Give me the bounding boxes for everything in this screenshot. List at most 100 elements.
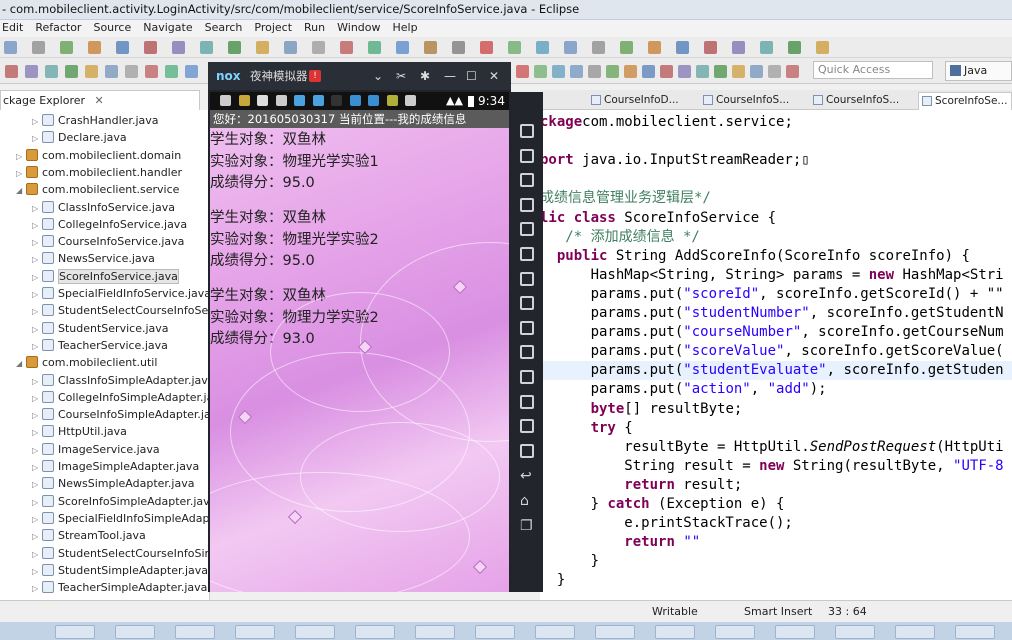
toolbar-button-icon[interactable] (480, 41, 493, 54)
tree-item[interactable]: ▷ TeacherSimpleAdapter.java (32, 579, 207, 596)
chevron-down-icon[interactable]: ⌄ (373, 62, 383, 90)
code-editor[interactable]: ckagecom.mobileclient.service; port java.… (540, 110, 1012, 600)
toolbar-button-icon[interactable] (172, 41, 185, 54)
toolbar-button-icon[interactable] (508, 41, 521, 54)
toolbar-button-icon[interactable] (4, 41, 17, 54)
editor-tab[interactable]: ScoreInfoSe... (918, 92, 1012, 110)
editor-tab[interactable]: CourseInfoS... (700, 92, 804, 110)
menu-item-refactor[interactable]: Refactor (35, 20, 81, 36)
toolbar-button-icon[interactable] (788, 41, 801, 54)
taskbar-app-button[interactable] (535, 625, 575, 639)
toolbar-button-icon[interactable] (65, 65, 78, 78)
tree-twisty-icon[interactable]: ▷ (32, 200, 42, 217)
toolbar-button-icon[interactable] (60, 41, 73, 54)
tree-item[interactable]: ▷ ClassInfoSimpleAdapter.java (32, 372, 209, 389)
toolbar-button-icon[interactable] (5, 65, 18, 78)
tree-item[interactable]: ▷ NewsService.java (32, 250, 155, 267)
toolbar-button-icon[interactable] (676, 41, 689, 54)
taskbar-app-button[interactable] (595, 625, 635, 639)
recent-apps-icon[interactable]: ❐ (520, 518, 534, 534)
taskbar-app-button[interactable] (235, 625, 275, 639)
package-explorer-tab[interactable]: ckage Explorer ✕ (0, 90, 200, 110)
tree-twisty-icon[interactable]: ▷ (32, 338, 42, 355)
tree-item[interactable]: ▷ StudentSelectCourseInfoServi (32, 302, 209, 319)
quick-access-input[interactable]: Quick Access (813, 61, 933, 79)
tree-item[interactable]: ▷ StudentSelectCourseInfoSimp (32, 545, 209, 562)
taskbar-app-button[interactable] (835, 625, 875, 639)
minimize-icon[interactable]: — (444, 62, 456, 90)
fullscreen-icon[interactable] (520, 247, 534, 261)
tree-twisty-icon[interactable]: ▷ (32, 580, 42, 597)
tree-twisty-icon[interactable]: ▷ (32, 251, 42, 268)
tree-item[interactable]: ▷ HttpUtil.java (32, 423, 127, 440)
toolbar-button-icon[interactable] (732, 65, 745, 78)
record-icon[interactable] (520, 394, 534, 409)
tree-item[interactable]: ▷ ImageService.java (32, 441, 160, 458)
toolbar-button-icon[interactable] (312, 41, 325, 54)
apk-install-icon[interactable] (520, 320, 534, 335)
toolbar-button-icon[interactable] (125, 65, 138, 78)
toolbar-button-icon[interactable] (624, 65, 637, 78)
tree-twisty-icon[interactable]: ▷ (32, 234, 42, 251)
shake-screen-icon[interactable] (520, 345, 534, 360)
more-icon[interactable] (520, 443, 534, 458)
tree-item[interactable]: ◢ com.mobileclient.util (16, 354, 157, 371)
toolbar-button-icon[interactable] (534, 65, 547, 78)
scissors-icon[interactable] (520, 173, 534, 188)
tree-twisty-icon[interactable]: ▷ (16, 165, 26, 182)
toolbar-button-icon[interactable] (200, 41, 213, 54)
menu-item-search[interactable]: Search (205, 20, 243, 36)
toolbar-button-icon[interactable] (704, 41, 717, 54)
location-icon[interactable] (520, 197, 534, 212)
tree-item[interactable]: ▷ CollegeInfoSimpleAdapter.jav (32, 389, 209, 407)
tree-item[interactable]: ▷ StudentService.java (32, 320, 169, 337)
toolbar-button-icon[interactable] (592, 41, 605, 54)
toolbar-button-icon[interactable] (606, 65, 619, 78)
tree-twisty-icon[interactable]: ◢ (16, 355, 26, 372)
toolbar-button-icon[interactable] (116, 41, 129, 54)
toolbar-button-icon[interactable] (570, 65, 583, 78)
toolbar-button-icon[interactable] (696, 65, 709, 78)
taskbar-app-button[interactable] (715, 625, 755, 639)
shake-icon[interactable] (520, 124, 534, 138)
tree-twisty-icon[interactable]: ▷ (32, 563, 42, 580)
taskbar-app-button[interactable] (355, 625, 395, 639)
volume-down-icon[interactable] (520, 296, 534, 311)
toolbar-button-icon[interactable] (256, 41, 269, 54)
tree-item[interactable]: ▷ Declare.java (32, 129, 127, 146)
toolbar-button-icon[interactable] (768, 65, 781, 78)
home-icon[interactable]: ⌂ (520, 493, 534, 509)
taskbar-app-button[interactable] (895, 625, 935, 639)
tree-item[interactable]: ▷ NewsSimpleAdapter.java (32, 475, 194, 492)
toolbar-button-icon[interactable] (620, 41, 633, 54)
taskbar-app-button[interactable] (475, 625, 515, 639)
tree-item[interactable]: ▷ ClassInfoService.java (32, 199, 175, 216)
toolbar-button-icon[interactable] (25, 65, 38, 78)
toolbar-button-icon[interactable] (564, 41, 577, 54)
tree-twisty-icon[interactable]: ▷ (32, 390, 42, 407)
tree-twisty-icon[interactable]: ▷ (32, 459, 42, 476)
tree-twisty-icon[interactable]: ▷ (32, 217, 42, 234)
tree-item[interactable]: ▷ CollegeInfoService.java (32, 216, 187, 233)
macro-icon[interactable] (520, 370, 534, 384)
tree-twisty-icon[interactable]: ▷ (32, 113, 42, 130)
tree-twisty-icon[interactable]: ▷ (32, 476, 42, 493)
tree-twisty-icon[interactable]: ▷ (32, 528, 42, 545)
taskbar-app-button[interactable] (115, 625, 155, 639)
tree-item[interactable]: ▷ SpecialFieldInfoSimpleAdapte (32, 510, 209, 528)
tree-twisty-icon[interactable]: ◢ (16, 182, 26, 199)
toolbar-button-icon[interactable] (516, 65, 529, 78)
menu-item-edit[interactable]: Edit (2, 20, 23, 36)
toolbar-button-icon[interactable] (165, 65, 178, 78)
taskbar-app-button[interactable] (775, 625, 815, 639)
tree-item[interactable]: ▷ ScoreInfoSimpleAdapter.java (32, 493, 209, 510)
toolbar-button-icon[interactable] (396, 41, 409, 54)
tree-item[interactable]: ▷ SpecialFieldInfoService.java (32, 285, 209, 302)
tree-twisty-icon[interactable]: ▷ (32, 511, 42, 528)
close-icon[interactable]: ✕ (95, 94, 104, 107)
menu-item-source[interactable]: Source (93, 20, 131, 36)
editor-tab[interactable]: CourseInfoD... (588, 92, 692, 110)
tree-item[interactable]: ▷ TeacherService.java (32, 337, 168, 354)
back-icon[interactable]: ↩ (520, 468, 534, 484)
close-icon[interactable]: ✕ (489, 62, 499, 90)
